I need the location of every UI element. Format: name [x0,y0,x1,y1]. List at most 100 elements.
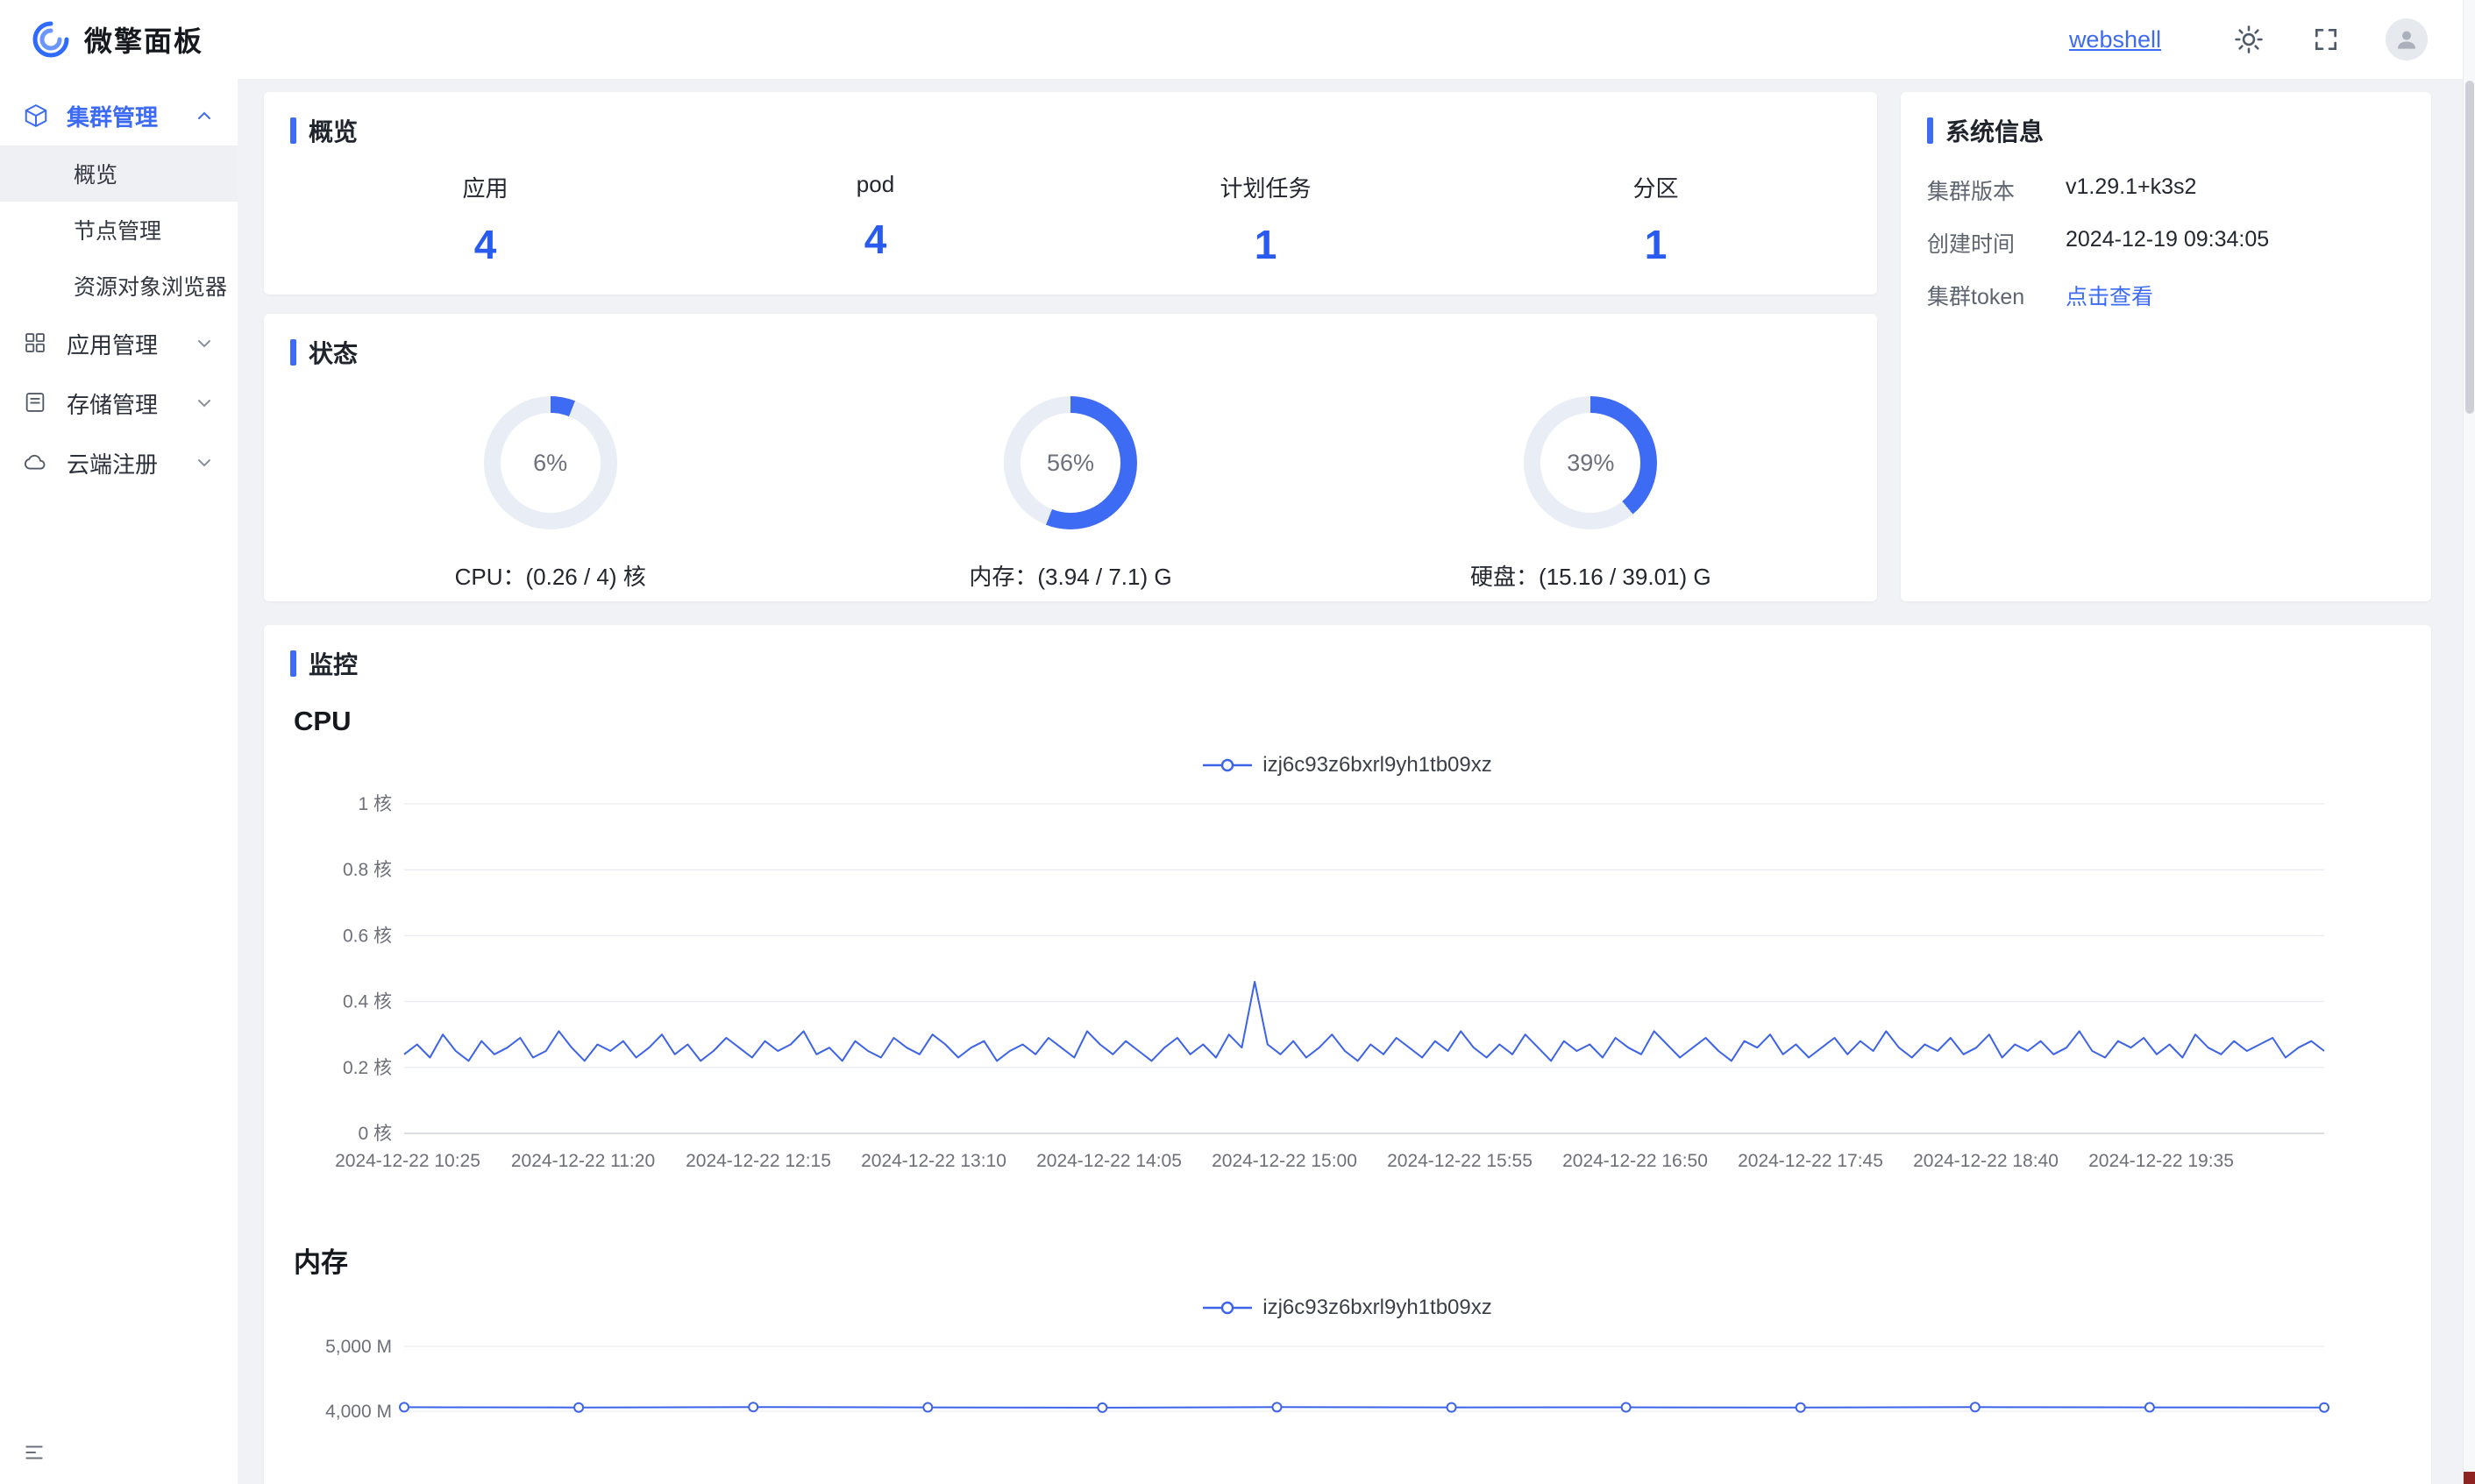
stat-cronjobs: 计划任务 1 [1070,171,1461,268]
svg-text:2024-12-22 10:25: 2024-12-22 10:25 [335,1151,480,1171]
system-info-title-text: 系统信息 [1945,113,2044,148]
scrollbar-thumb[interactable] [2465,81,2474,414]
svg-text:2024-12-22 15:00: 2024-12-22 15:00 [1212,1151,1357,1171]
sidebar: 集群管理 概览 节点管理 资源对象浏览器 应用管理 存储管理 [0,79,238,1484]
sidebar-subitem-label: 概览 [74,158,117,189]
sidebar-item-cluster-management[interactable]: 集群管理 [0,86,238,146]
gauge-label: CPU：(0.26 / 4) 核 [455,559,646,592]
app-title: 微擎面板 [84,19,203,60]
svg-text:0.8 核: 0.8 核 [343,860,392,880]
svg-text:2024-12-22 13:10: 2024-12-22 13:10 [861,1151,1006,1171]
legend-line-icon [1203,1301,1252,1315]
legend-label: izj6c93z6bxrl9yh1tb09xz [1262,1296,1491,1320]
main-content: 概览 应用 4 pod 4 计划任务 1 [238,79,2475,1484]
svg-text:2024-12-22 18:40: 2024-12-22 18:40 [1913,1151,2059,1171]
sidebar-item-storage-management[interactable]: 存储管理 [0,373,238,433]
title-accent-bar [290,117,296,144]
stat-value: 4 [290,221,680,268]
monitor-title-text: 监控 [309,646,358,681]
gauges-row: 6% CPU：(0.26 / 4) 核 56% 内存：(3.94 / 7.1) … [290,396,1851,592]
svg-text:2024-12-22 17:45: 2024-12-22 17:45 [1738,1151,1883,1171]
memory-chart-block: 内存 izj6c93z6bxrl9yh1tb09xz 5,000 M4,000 … [290,1240,2405,1484]
view-token-link[interactable]: 点击查看 [2066,280,2153,311]
row-label: 创建时间 [1927,227,2050,259]
logo-wrap: 微擎面板 [30,18,203,60]
chevron-up-icon [194,105,215,126]
stat-value: 1 [1070,221,1461,268]
gauge-label: 内存：(3.94 / 7.1) G [969,559,1171,592]
monitor-card: 监控 CPU izj6c93z6bxrl9yh1tb09xz 1 核 0.8 核 0… [264,625,2431,1484]
storage-icon [23,390,49,416]
cloud-icon [23,450,49,476]
gauge-disk: 39% 硬盘：(15.16 / 39.01) G [1331,396,1851,592]
sidebar-item-cloud-registration[interactable]: 云端注册 [0,433,238,493]
chevron-down-icon [194,452,215,473]
system-info-row-created: 创建时间 2024-12-19 09:34:05 [1927,227,2405,259]
sidebar-item-app-management[interactable]: 应用管理 [0,314,238,373]
grid-icon [23,330,49,357]
svg-text:4,000 M: 4,000 M [325,1402,392,1422]
app-logo-icon [30,18,72,60]
svg-text:0 核: 0 核 [358,1124,392,1144]
status-title-text: 状态 [309,335,358,370]
sidebar-subitem-label: 资源对象浏览器 [74,270,227,302]
legend-line-icon [1203,758,1252,772]
top-bar: 微擎面板 webshell [0,0,2463,79]
stat-label: pod [680,171,1070,198]
overview-title-text: 概览 [309,113,358,148]
title-accent-bar [290,650,296,677]
system-info-card: 系统信息 集群版本 v1.29.1+k3s2 创建时间 2024-12-19 0… [1901,92,2431,601]
stat-value: 1 [1461,221,1851,268]
cpu-chart-legend[interactable]: izj6c93z6bxrl9yh1tb09xz [290,753,2405,778]
legend-label: izj6c93z6bxrl9yh1tb09xz [1262,753,1491,778]
svg-text:2024-12-22 15:55: 2024-12-22 15:55 [1387,1151,1533,1171]
scrollbar-bottom-marker [2464,1472,2475,1484]
row-label: 集群版本 [1927,174,2050,206]
svg-text:2024-12-22 16:50: 2024-12-22 16:50 [1562,1151,1708,1171]
svg-text:0.2 核: 0.2 核 [343,1058,392,1078]
theme-sun-icon[interactable] [2231,22,2266,57]
cpu-donut-chart: 6% [484,396,617,529]
sidebar-item-resource-browser[interactable]: 资源对象浏览器 [0,258,238,314]
fullscreen-icon[interactable] [2308,22,2343,57]
svg-text:0.6 核: 0.6 核 [343,926,392,946]
svg-text:1 核: 1 核 [358,794,392,814]
svg-text:5,000 M: 5,000 M [325,1337,392,1357]
memory-donut-chart: 56% [1004,396,1137,529]
monitor-card-title: 监控 [290,646,2405,681]
title-accent-bar [1927,117,1933,144]
gauge-memory: 56% 内存：(3.94 / 7.1) G [810,396,1330,592]
stat-label: 计划任务 [1070,171,1461,203]
gauge-percent: 56% [1004,396,1137,529]
topbar-actions: webshell [2069,18,2428,60]
overview-stats-row: 应用 4 pod 4 计划任务 1 分区 1 [290,171,1851,268]
status-card-title: 状态 [290,335,1851,370]
row-value: 2024-12-19 09:34:05 [2066,227,2269,259]
system-info-card-title: 系统信息 [1927,113,2405,148]
sidebar-item-label: 应用管理 [67,328,158,360]
gauge-percent: 39% [1524,396,1657,529]
row-label: 集群token [1927,280,2050,311]
cpu-chart-block: CPU izj6c93z6bxrl9yh1tb09xz 1 核 0.8 核 0.6 … [290,706,2405,1182]
sidebar-item-label: 集群管理 [67,100,158,132]
sidebar-collapse-icon[interactable] [23,1441,46,1468]
webshell-link[interactable]: webshell [2069,26,2161,53]
system-info-row-version: 集群版本 v1.29.1+k3s2 [1927,174,2405,206]
page-scrollbar[interactable] [2463,0,2475,1484]
cpu-chart-svg: 1 核0.8 核0.6 核0.4 核0.2 核0 核2024-12-22 10:… [290,786,2407,1182]
overview-card-title: 概览 [290,113,1851,148]
sidebar-item-overview[interactable]: 概览 [0,146,238,202]
memory-chart-legend[interactable]: izj6c93z6bxrl9yh1tb09xz [290,1296,2405,1320]
cpu-chart-subtitle: CPU [294,706,2405,737]
gauge-label: 硬盘：(15.16 / 39.01) G [1470,559,1711,592]
sidebar-item-label: 云端注册 [67,447,158,479]
memory-chart-svg: 5,000 M 4,000 M [290,1329,2407,1484]
sidebar-item-node-management[interactable]: 节点管理 [0,202,238,258]
user-avatar[interactable] [2386,18,2428,60]
stat-value: 4 [680,216,1070,263]
system-info-row-token: 集群token 点击查看 [1927,280,2405,311]
disk-donut-chart: 39% [1524,396,1657,529]
chevron-down-icon [194,333,215,354]
overview-card: 概览 应用 4 pod 4 计划任务 1 [264,92,1877,295]
svg-text:2024-12-22 19:35: 2024-12-22 19:35 [2088,1151,2234,1171]
